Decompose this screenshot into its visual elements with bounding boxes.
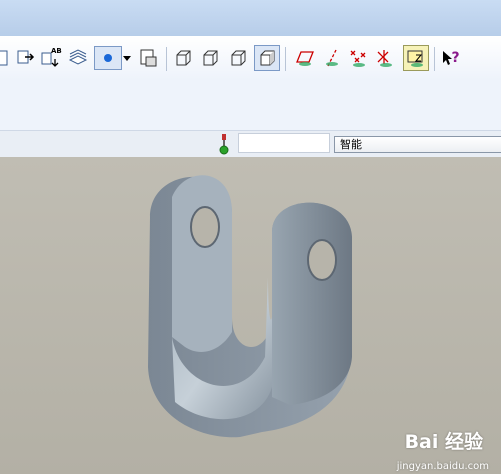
hidden-line-icon bbox=[203, 50, 218, 66]
wireframe-button[interactable] bbox=[173, 47, 193, 69]
coordinate-system-icon bbox=[377, 50, 392, 67]
shaded-icon bbox=[260, 50, 275, 66]
title-bar bbox=[0, 0, 501, 36]
insert-button[interactable] bbox=[16, 47, 36, 69]
ab-label: AB bbox=[51, 47, 62, 55]
part-right-hole bbox=[307, 239, 337, 281]
render-style-icon bbox=[104, 54, 112, 62]
datum-point-button[interactable] bbox=[347, 47, 371, 69]
chevron-down-icon bbox=[123, 56, 131, 61]
hidden-line-button[interactable] bbox=[200, 47, 220, 69]
toolbar-separator bbox=[166, 47, 167, 71]
no-hidden-icon bbox=[231, 50, 246, 66]
annotation-button[interactable]: AB bbox=[40, 47, 64, 69]
new-button[interactable] bbox=[0, 47, 12, 69]
datum-plane-button[interactable] bbox=[293, 47, 317, 69]
layers-icon bbox=[68, 49, 88, 65]
ribbon-area bbox=[0, 80, 501, 130]
layers-button[interactable] bbox=[68, 47, 88, 69]
regen-status-light[interactable] bbox=[212, 131, 236, 157]
part-left-hole bbox=[190, 206, 220, 248]
new-icon bbox=[0, 50, 8, 66]
annotation-display-button[interactable] bbox=[403, 45, 429, 71]
part-left-arm-face bbox=[172, 175, 232, 352]
print-button[interactable] bbox=[139, 47, 159, 69]
render-style-button[interactable] bbox=[94, 46, 122, 70]
filter-select[interactable]: 智能 bbox=[334, 136, 501, 153]
wireframe-icon bbox=[176, 50, 191, 66]
datum-axis-icon bbox=[326, 49, 338, 67]
no-hidden-button[interactable] bbox=[228, 47, 248, 69]
status-light-icon bbox=[219, 134, 229, 155]
watermark-brand: Bai 经验 bbox=[404, 431, 483, 453]
message-area bbox=[0, 133, 210, 153]
toolbar-separator bbox=[434, 47, 435, 71]
render-style-dropdown[interactable] bbox=[122, 47, 132, 69]
datum-plane-icon bbox=[296, 51, 314, 66]
status-field bbox=[238, 133, 330, 153]
help-mark: ? bbox=[451, 50, 460, 66]
shaded-button[interactable] bbox=[254, 45, 280, 71]
part-right-arm-face bbox=[272, 202, 352, 405]
annotation-display-icon bbox=[407, 50, 423, 67]
watermark-site: jingyan.baidu.com bbox=[396, 461, 489, 472]
datum-axis-button[interactable] bbox=[320, 47, 344, 69]
insert-icon bbox=[17, 50, 35, 64]
filter-select-value: 智能 bbox=[340, 138, 362, 151]
datum-point-icon bbox=[350, 50, 366, 67]
coordinate-system-button[interactable] bbox=[374, 47, 398, 69]
context-help-button[interactable]: ? bbox=[440, 47, 462, 69]
print-icon bbox=[140, 49, 157, 67]
toolbar-separator bbox=[285, 47, 286, 71]
